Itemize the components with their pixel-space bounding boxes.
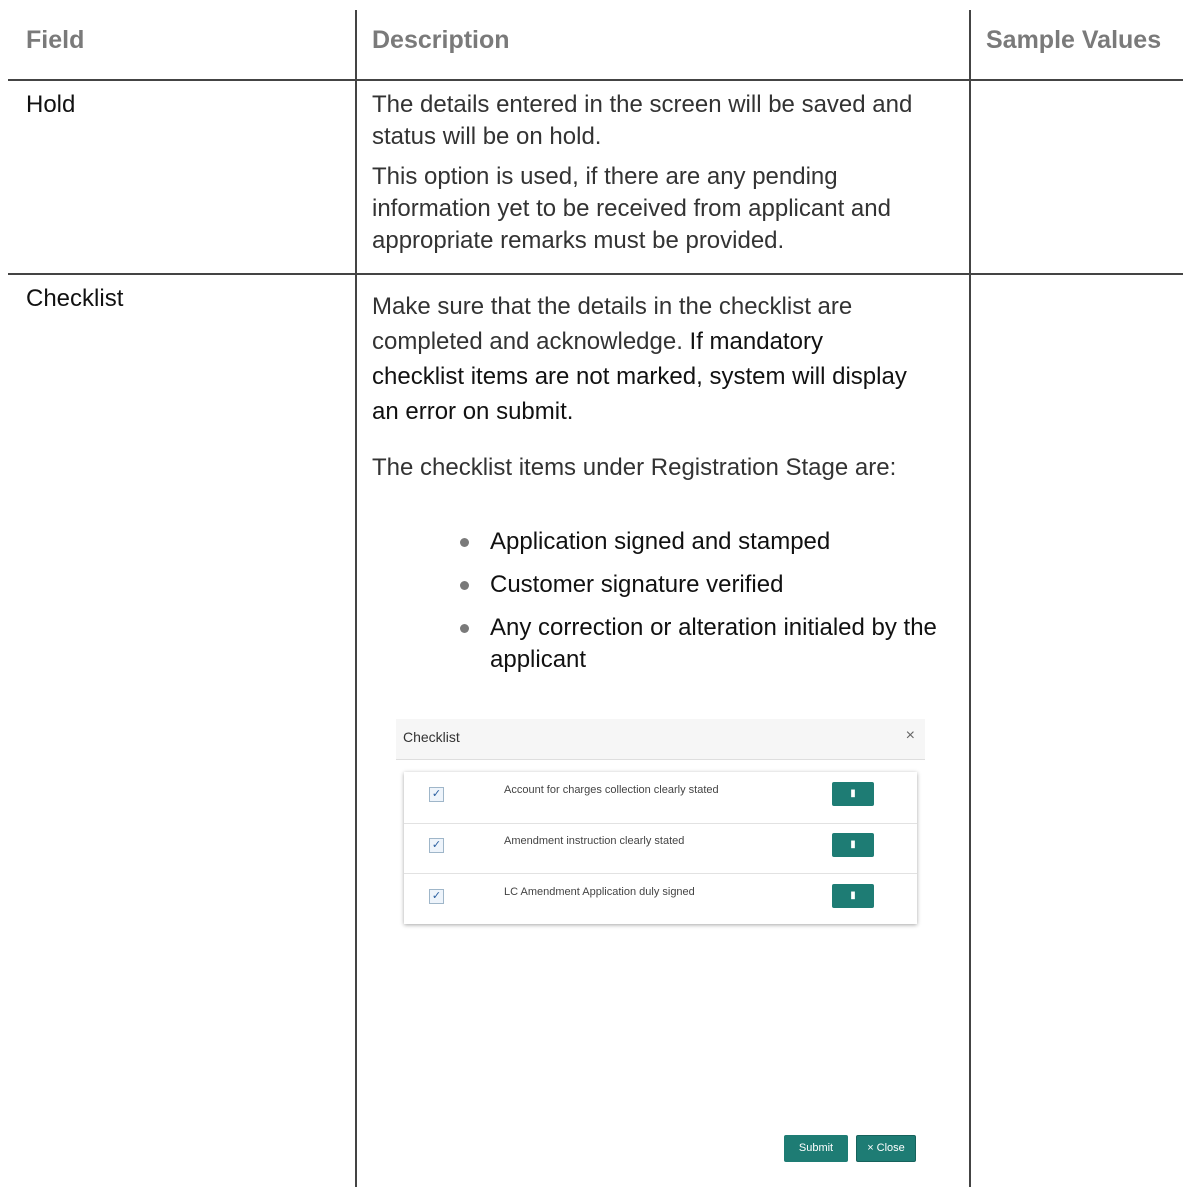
comment-button[interactable]: ▮​: [832, 833, 874, 857]
column-divider-1: [355, 10, 357, 1187]
header-divider: [8, 79, 1183, 81]
bullet-icon: [460, 538, 469, 547]
comment-icon: ▮​: [850, 788, 856, 799]
checklist-description: Make sure that the details in the checkl…: [372, 289, 912, 429]
comment-icon: ▮​: [850, 839, 856, 850]
checklist-item-label: Amendment instruction clearly stated: [504, 835, 685, 847]
checkbox[interactable]: ✓: [429, 787, 444, 802]
column-divider-2: [969, 10, 971, 1187]
checklist-dialog-title: Checklist: [403, 729, 460, 745]
checklist-row: ✓ Amendment instruction clearly stated ▮…: [404, 823, 917, 874]
checklist-row: ✓ LC Amendment Application duly signed ▮…: [404, 873, 917, 924]
bullet-icon: [460, 624, 469, 633]
header-description: Description: [372, 26, 510, 54]
checklist-items-intro: The checklist items under Registration S…: [372, 454, 897, 481]
list-item: Any correction or alteration initialed b…: [457, 612, 957, 676]
bullet-icon: [460, 581, 469, 590]
hold-description-2: This option is used, if there are any pe…: [372, 163, 891, 254]
list-item: Customer signature verified: [457, 569, 957, 601]
close-icon[interactable]: ×: [906, 727, 915, 745]
hold-description-1: The details entered in the screen will b…: [372, 91, 913, 150]
field-hold: Hold: [26, 91, 76, 118]
field-checklist: Checklist: [26, 285, 124, 312]
checklist-card: ✓ Account for charges collection clearly…: [404, 772, 917, 924]
checklist-item-label: LC Amendment Application duly signed: [504, 886, 695, 898]
checklist-bullet-list: Application signed and stamped Customer …: [457, 526, 957, 687]
submit-button[interactable]: Submit: [784, 1135, 848, 1162]
checklist-row: ✓ Account for charges collection clearly…: [404, 772, 917, 824]
checklist-item-label: Account for charges collection clearly s…: [504, 784, 719, 796]
comment-button[interactable]: ▮​: [832, 782, 874, 806]
header-field: Field: [26, 26, 85, 54]
comment-button[interactable]: ▮​: [832, 884, 874, 908]
checkbox[interactable]: ✓: [429, 838, 444, 853]
row-divider: [8, 273, 1183, 275]
close-button[interactable]: × Close: [856, 1135, 916, 1162]
checkbox[interactable]: ✓: [429, 889, 444, 904]
list-item: Application signed and stamped: [457, 526, 957, 558]
header-sample-values: Sample Values: [986, 26, 1162, 54]
checklist-dialog-header: Checklist ×: [396, 719, 925, 760]
comment-icon: ▮​: [850, 890, 856, 901]
